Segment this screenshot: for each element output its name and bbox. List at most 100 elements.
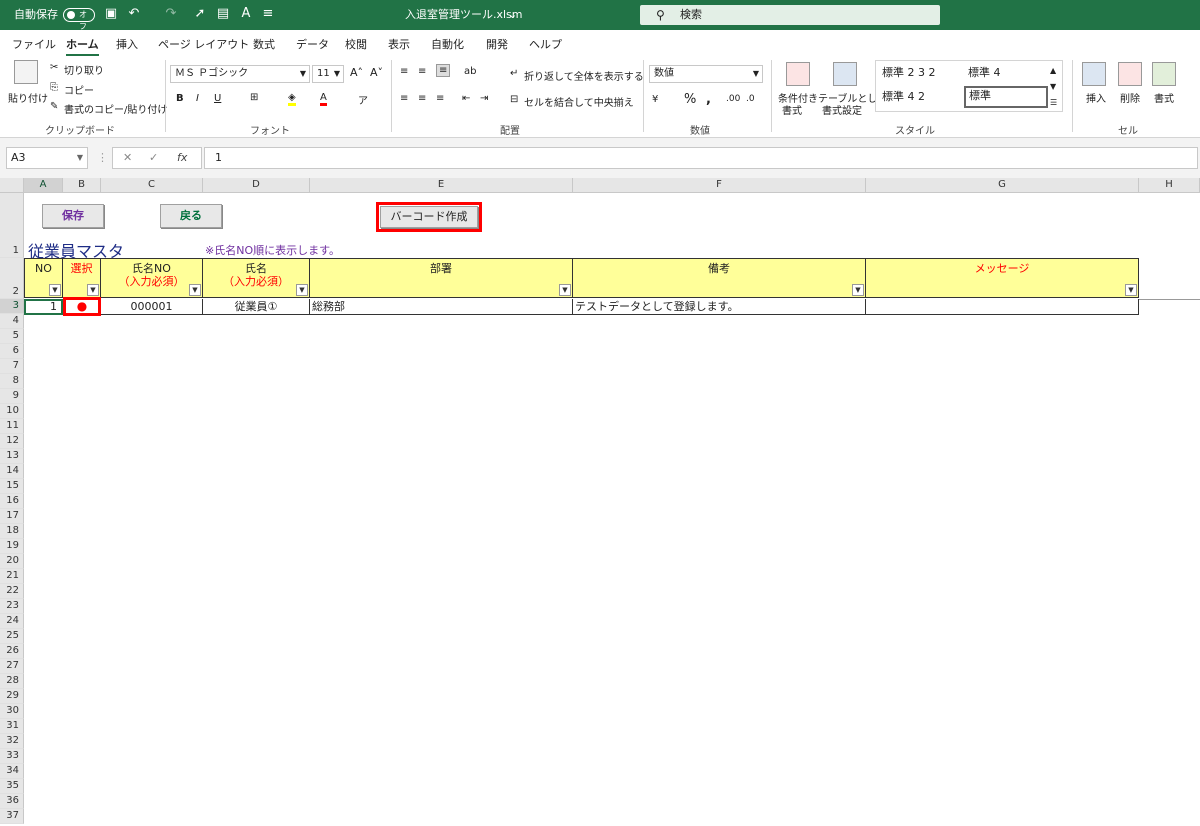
tab-insert[interactable]: 挿入 (116, 36, 138, 52)
filter-dropdown-icon[interactable]: ▼ (87, 284, 99, 296)
decrease-indent-icon[interactable]: ⇤ (462, 93, 470, 104)
tab-help[interactable]: ヘルプ (529, 36, 562, 52)
row-header-25[interactable]: 25 (0, 629, 24, 644)
text-box-icon[interactable]: A (238, 6, 254, 22)
row-header-3[interactable]: 3 (0, 299, 24, 314)
cell-name[interactable]: 従業員① (203, 299, 310, 315)
cut-button[interactable]: 切り取り (64, 62, 104, 77)
row-header-1[interactable]: 1 (0, 193, 24, 258)
increase-decimal-icon[interactable]: .00 (726, 94, 740, 104)
row-header-2[interactable]: 2 (0, 258, 24, 299)
row-header-29[interactable]: 29 (0, 689, 24, 704)
align-left-icon[interactable]: ≡ (400, 93, 408, 104)
fill-color-icon[interactable]: ◈ (288, 92, 296, 106)
tab-page-layout[interactable]: ページ レイアウト (158, 36, 249, 52)
accounting-format-icon[interactable]: ¥ (652, 94, 658, 105)
cancel-icon[interactable]: ✕ (123, 151, 132, 164)
row-header-8[interactable]: 8 (0, 374, 24, 389)
row-header-10[interactable]: 10 (0, 404, 24, 419)
create-barcode-button[interactable]: バーコード作成 (380, 206, 478, 228)
filter-dropdown-icon[interactable]: ▼ (1125, 284, 1137, 296)
row-header-16[interactable]: 16 (0, 494, 24, 509)
cell-no[interactable]: 1 (24, 299, 63, 315)
border-icon[interactable]: ⊞ (250, 92, 258, 103)
row-header-18[interactable]: 18 (0, 524, 24, 539)
wrap-text-button[interactable]: 折り返して全体を表示する (524, 68, 644, 83)
row-header-13[interactable]: 13 (0, 449, 24, 464)
select-all-corner[interactable] (0, 178, 24, 193)
column-header-a[interactable]: A (24, 178, 63, 193)
row-header-27[interactable]: 27 (0, 659, 24, 674)
row-header-21[interactable]: 21 (0, 569, 24, 584)
row-header-5[interactable]: 5 (0, 329, 24, 344)
orientation-icon[interactable]: ab (464, 66, 476, 77)
cell-message[interactable] (866, 299, 1139, 315)
tab-file[interactable]: ファイル (12, 36, 56, 52)
cell-select[interactable]: ● (63, 297, 101, 316)
wrap-text-icon[interactable]: ↵ (510, 68, 518, 79)
comma-icon[interactable]: , (706, 92, 711, 107)
delete-cells-icon[interactable] (1118, 62, 1142, 86)
align-middle-icon[interactable]: ≡ (418, 66, 426, 77)
filter-dropdown-icon[interactable]: ▼ (296, 284, 308, 296)
row-header-4[interactable]: 4 (0, 314, 24, 329)
autosave-toggle[interactable]: オフ (63, 8, 95, 31)
font-size-select[interactable]: 11 ▼ (312, 65, 344, 83)
shrink-font-icon[interactable]: A˅ (370, 66, 383, 79)
align-center-icon[interactable]: ≡ (418, 93, 426, 104)
underline-icon[interactable]: U (214, 93, 221, 104)
cell-remarks[interactable]: テストデータとして登録します。 (573, 299, 866, 315)
gallery-more-icon[interactable]: ☰ (1050, 95, 1057, 111)
worksheet[interactable]: A B C D E F G H 1 2 3 4 5 6 7 8 9 10 11 12 13 14 15 16 1… (0, 178, 1200, 826)
merge-center-icon[interactable]: ⊟ (510, 94, 518, 105)
row-header-15[interactable]: 15 (0, 479, 24, 494)
tab-automate[interactable]: 自動化 (431, 36, 464, 52)
align-top-icon[interactable]: ≡ (400, 66, 408, 77)
filter-dropdown-icon[interactable]: ▼ (189, 284, 201, 296)
copy-icon[interactable]: ⎘ (50, 82, 58, 93)
format-cells-icon[interactable] (1152, 62, 1176, 86)
print-preview-icon[interactable]: ▤ (215, 6, 231, 22)
copy-button[interactable]: コピー (64, 82, 94, 97)
row-header-34[interactable]: 34 (0, 764, 24, 779)
row-header-17[interactable]: 17 (0, 509, 24, 524)
cut-icon[interactable]: ✂ (50, 62, 58, 73)
percent-icon[interactable]: % (684, 92, 696, 107)
cell-dept[interactable]: 総務部 (310, 299, 573, 315)
increase-indent-icon[interactable]: ⇥ (480, 93, 488, 104)
undo-icon[interactable]: ↶ (126, 6, 142, 22)
format-as-table-icon[interactable] (833, 62, 857, 86)
customize-toolbar-icon[interactable]: ≡ (260, 6, 276, 22)
tab-formulas[interactable]: 数式 (253, 36, 275, 52)
italic-icon[interactable]: I (196, 93, 199, 104)
row-header-30[interactable]: 30 (0, 704, 24, 719)
cell-name-no[interactable]: 000001 (101, 299, 203, 315)
merge-center-button[interactable]: セルを結合して中央揃え (524, 94, 634, 109)
style-232[interactable]: 標準 2 3 2 (882, 65, 936, 81)
format-cells-button[interactable]: 書式 (1154, 90, 1174, 105)
row-header-7[interactable]: 7 (0, 359, 24, 374)
row-header-33[interactable]: 33 (0, 749, 24, 764)
paste-button[interactable]: 貼り付け (8, 90, 48, 105)
redo-icon[interactable]: ↷ (163, 6, 179, 22)
row-header-11[interactable]: 11 (0, 419, 24, 434)
row-header-24[interactable]: 24 (0, 614, 24, 629)
number-format-select[interactable]: 数値 ▼ (649, 65, 763, 83)
bold-icon[interactable]: B (176, 93, 184, 104)
conditional-format-icon[interactable] (786, 62, 810, 86)
style-42[interactable]: 標準 4 2 (882, 89, 925, 105)
row-header-20[interactable]: 20 (0, 554, 24, 569)
row-header-6[interactable]: 6 (0, 344, 24, 359)
column-header-d[interactable]: D (203, 178, 310, 193)
back-button[interactable]: 戻る (160, 204, 222, 228)
column-header-b[interactable]: B (63, 178, 101, 193)
row-header-22[interactable]: 22 (0, 584, 24, 599)
column-header-e[interactable]: E (310, 178, 573, 193)
format-painter-icon[interactable]: ✎ (50, 101, 58, 112)
tab-view[interactable]: 表示 (388, 36, 410, 52)
row-header-26[interactable]: 26 (0, 644, 24, 659)
column-header-h[interactable]: H (1139, 178, 1200, 193)
row-header-19[interactable]: 19 (0, 539, 24, 554)
align-right-icon[interactable]: ≡ (436, 93, 444, 104)
decrease-decimal-icon[interactable]: .0 (746, 94, 755, 104)
